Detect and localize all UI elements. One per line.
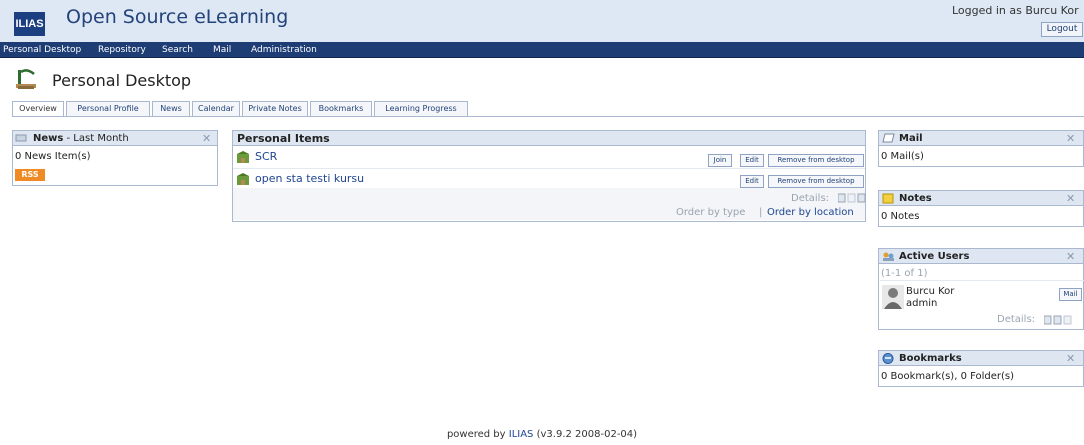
remove-from-desktop-button[interactable]: Remove from desktop (768, 154, 864, 167)
tab-private-notes[interactable]: Private Notes (242, 101, 308, 117)
item-course-link[interactable]: open sta testi kursu (255, 172, 364, 185)
news-icon (15, 134, 27, 142)
logout-button[interactable]: Logout (1041, 22, 1083, 37)
menu-repository[interactable]: Repository (98, 45, 146, 55)
join-button[interactable]: Join (708, 154, 732, 167)
course-icon (237, 151, 249, 163)
footer: powered by ILIAS (v3.9.2 2008-02-04) (0, 429, 1084, 440)
personal-items-header: Personal Items (232, 130, 866, 146)
order-by-type[interactable]: Order by type (676, 207, 745, 218)
row-divider (233, 168, 865, 169)
users-icon (883, 252, 894, 261)
user-login: admin (906, 298, 938, 309)
tab-divider (12, 116, 1084, 117)
mail-close-icon[interactable]: ✕ (1066, 132, 1075, 145)
footer-ilias-link[interactable]: ILIAS (509, 429, 534, 440)
users-range: (1-1 of 1) (881, 268, 928, 279)
login-status: Logged in as Burcu Kor (952, 4, 1079, 17)
bookmarks-count: 0 Bookmark(s), 0 Folder(s) (881, 371, 1015, 382)
mail-count: 0 Mail(s) (881, 151, 924, 162)
order-by-location[interactable]: Order by location (767, 207, 854, 218)
details-label: Details: (791, 193, 830, 204)
notes-icon (882, 193, 894, 204)
mail-block-header: Mail (878, 130, 1084, 146)
ilias-logo[interactable]: ILIAS (14, 12, 45, 36)
edit-button[interactable]: Edit (740, 175, 764, 188)
users-details-label: Details: (997, 314, 1036, 325)
tab-personal-profile[interactable]: Personal Profile (66, 101, 150, 117)
tab-overview[interactable]: Overview (12, 101, 64, 117)
news-title: News (33, 133, 64, 144)
avatar[interactable] (882, 285, 904, 309)
tab-bookmarks[interactable]: Bookmarks (310, 101, 372, 117)
users-close-icon[interactable]: ✕ (1066, 250, 1075, 263)
tab-news[interactable]: News (152, 101, 190, 117)
desk-icon (16, 69, 36, 89)
course-icon (237, 173, 249, 185)
menu-search[interactable]: Search (162, 45, 193, 55)
bookmarks-icon (882, 353, 894, 364)
item-scr-link[interactable]: SCR (255, 150, 277, 163)
footer-version: (v3.9.2 2008-02-04) (533, 429, 638, 440)
details-level-icons[interactable] (838, 193, 866, 203)
menu-personal-desktop[interactable]: Personal Desktop (3, 45, 81, 55)
notes-count: 0 Notes (881, 211, 920, 222)
users-divider (880, 280, 1084, 281)
tab-learning-progress[interactable]: Learning Progress (374, 101, 468, 117)
users-details-level-icons[interactable] (1044, 315, 1072, 325)
news-close-icon[interactable]: ✕ (202, 132, 211, 145)
edit-button[interactable]: Edit (740, 154, 764, 167)
notes-close-icon[interactable]: ✕ (1066, 192, 1075, 205)
bookmarks-close-icon[interactable]: ✕ (1066, 352, 1075, 365)
remove-from-desktop-button[interactable]: Remove from desktop (768, 175, 864, 188)
order-separator: | (759, 207, 763, 218)
tab-calendar[interactable]: Calendar (192, 101, 240, 117)
footer-prefix: powered by (446, 429, 509, 440)
news-count: 0 News Item(s) (15, 151, 91, 162)
rss-button[interactable]: RSS (15, 169, 45, 181)
mail-icon (882, 133, 895, 143)
news-subtitle: - Last Month (63, 133, 129, 144)
mail-user-button[interactable]: Mail (1059, 288, 1082, 301)
user-name[interactable]: Burcu Kor (906, 286, 954, 297)
page-title: Personal Desktop (52, 71, 192, 90)
app-title: Open Source eLearning (66, 6, 289, 28)
news-block-header: News - Last Month (12, 130, 218, 146)
menu-mail[interactable]: Mail (213, 45, 231, 55)
active-users-header: Active Users (878, 248, 1084, 264)
notes-block-header: Notes (878, 190, 1084, 206)
menu-administration[interactable]: Administration (251, 45, 317, 55)
bookmarks-header: Bookmarks (878, 350, 1084, 366)
